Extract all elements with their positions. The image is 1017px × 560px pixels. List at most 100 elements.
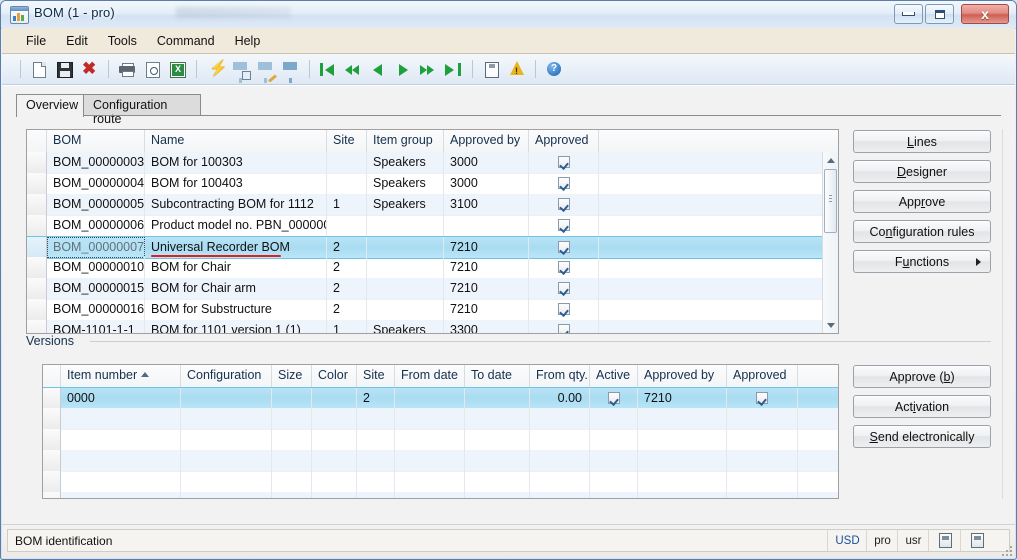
table-cell-name[interactable]: BOM for 1101 version 1 (1) bbox=[145, 320, 327, 333]
menu-item-help[interactable]: Help bbox=[225, 31, 271, 51]
save-icon[interactable] bbox=[52, 58, 76, 81]
table-cell-approved-by[interactable] bbox=[638, 492, 727, 498]
table-cell-size[interactable] bbox=[272, 492, 312, 498]
table-cell--filler[interactable] bbox=[599, 173, 824, 194]
row-selector[interactable] bbox=[43, 450, 61, 471]
tab-overview[interactable]: Overview bbox=[16, 94, 84, 117]
row-selector[interactable] bbox=[43, 429, 61, 450]
table-cell-name[interactable]: Product model no. PBN_00000002 bbox=[145, 215, 327, 236]
table-cell-size[interactable] bbox=[272, 429, 312, 450]
table-cell-item-number[interactable] bbox=[61, 492, 181, 498]
table-cell-site[interactable] bbox=[357, 471, 395, 492]
table-cell-size[interactable] bbox=[272, 450, 312, 471]
table-cell-item-group[interactable] bbox=[367, 257, 444, 278]
new-icon[interactable] bbox=[27, 58, 51, 81]
table-cell-site[interactable]: 2 bbox=[357, 388, 395, 409]
table-cell-approved[interactable] bbox=[727, 471, 798, 492]
table-cell-approved-by[interactable] bbox=[444, 215, 529, 236]
table-cell-bom[interactable]: BOM_00000006 bbox=[47, 215, 145, 236]
approved-checkbox[interactable] bbox=[756, 392, 768, 404]
table-cell-item-number[interactable] bbox=[61, 408, 181, 429]
table-cell-approved[interactable] bbox=[727, 450, 798, 471]
table-cell-from-date[interactable] bbox=[395, 492, 465, 498]
column-header-color[interactable]: Color bbox=[312, 365, 357, 387]
table-cell-approved[interactable] bbox=[727, 408, 798, 429]
table-cell-to-date[interactable] bbox=[465, 450, 530, 471]
table-cell-item-number[interactable] bbox=[61, 429, 181, 450]
column-header-bom[interactable]: BOM bbox=[47, 130, 145, 152]
row-selector[interactable] bbox=[43, 388, 61, 409]
table-cell-site[interactable] bbox=[357, 408, 395, 429]
table-cell-color[interactable] bbox=[312, 388, 357, 409]
server-icon[interactable] bbox=[928, 530, 961, 551]
column-header-to-date[interactable]: To date bbox=[465, 365, 530, 387]
table-cell-approved-by[interactable]: 3300 bbox=[444, 320, 529, 333]
column-header-item-number[interactable]: Item number bbox=[61, 365, 181, 387]
table-cell-item-group[interactable] bbox=[367, 237, 444, 258]
table-cell-approved-by[interactable]: 7210 bbox=[444, 299, 529, 320]
table-cell-color[interactable] bbox=[312, 450, 357, 471]
table-cell-name[interactable]: BOM for 100403 bbox=[145, 173, 327, 194]
menu-item-command[interactable]: Command bbox=[147, 31, 225, 51]
approve-button[interactable]: Approve bbox=[853, 190, 991, 213]
table-row[interactable]: BOM_00000004 BOM for 100403 Speakers 3000 bbox=[27, 173, 838, 195]
table-cell-approved[interactable] bbox=[529, 237, 599, 258]
table-cell-from-date[interactable] bbox=[395, 388, 465, 409]
table-cell-approved[interactable] bbox=[529, 257, 599, 278]
help-icon[interactable]: ? bbox=[542, 58, 566, 81]
table-cell--filler[interactable] bbox=[798, 429, 838, 450]
table-row[interactable]: BOM-1101-1-1 BOM for 1101 version 1 (1) 1 S… bbox=[27, 320, 838, 333]
table-cell-approved[interactable] bbox=[727, 388, 798, 409]
table-cell-approved[interactable] bbox=[727, 429, 798, 450]
approved-checkbox[interactable] bbox=[557, 303, 570, 315]
table-cell-from-qty[interactable] bbox=[530, 429, 590, 450]
table-row[interactable]: BOM_00000015 BOM for Chair arm 2 7210 bbox=[27, 278, 838, 300]
active-checkbox[interactable] bbox=[607, 392, 620, 404]
table-cell-name[interactable]: BOM for Chair bbox=[145, 257, 327, 278]
lines-button[interactable]: Lines bbox=[853, 130, 991, 153]
table-cell-approved-by[interactable] bbox=[638, 450, 727, 471]
delete-icon[interactable]: ✖ bbox=[77, 58, 101, 81]
previous-record-icon[interactable] bbox=[366, 58, 390, 81]
table-cell-from-date[interactable] bbox=[395, 429, 465, 450]
table-cell-size[interactable] bbox=[272, 388, 312, 409]
table-cell-active[interactable] bbox=[590, 408, 638, 429]
table-cell--filler[interactable] bbox=[599, 152, 824, 173]
table-cell-approved-by[interactable]: 7210 bbox=[638, 388, 727, 409]
next-record-icon[interactable] bbox=[391, 58, 415, 81]
table-cell-from-qty[interactable] bbox=[530, 492, 590, 498]
table-cell-name[interactable]: Subcontracting BOM for 1112 bbox=[145, 194, 327, 215]
table-cell-approved-by[interactable]: 3100 bbox=[444, 194, 529, 215]
column-header-approved-by[interactable]: Approved by bbox=[444, 130, 529, 152]
column-header-site[interactable]: Site bbox=[357, 365, 395, 387]
tab-configuration-route[interactable]: Configuration route bbox=[83, 94, 201, 126]
approved-checkbox[interactable] bbox=[557, 156, 570, 168]
print-preview-icon[interactable] bbox=[140, 58, 164, 81]
close-button[interactable]: x bbox=[961, 4, 1009, 24]
table-row[interactable] bbox=[43, 492, 838, 498]
table-cell-item-group[interactable]: Speakers bbox=[367, 320, 444, 333]
table-row[interactable]: BOM_00000010 BOM for Chair 2 7210 bbox=[27, 257, 838, 279]
table-cell-from-qty[interactable] bbox=[530, 471, 590, 492]
table-cell-color[interactable] bbox=[312, 429, 357, 450]
table-cell--filler[interactable] bbox=[798, 388, 838, 409]
table-cell-approved[interactable] bbox=[529, 299, 599, 320]
table-cell--filler[interactable] bbox=[599, 215, 824, 236]
table-cell-bom[interactable]: BOM_00000004 bbox=[47, 173, 145, 194]
table-cell-bom[interactable]: BOM_00000005 bbox=[47, 194, 145, 215]
table-row[interactable]: BOM_00000007 Universal Recorder BOM 2 7210 bbox=[27, 236, 838, 259]
column-header-approved[interactable]: Approved bbox=[727, 365, 798, 387]
table-cell--filler[interactable] bbox=[599, 320, 824, 333]
table-cell-site[interactable] bbox=[357, 450, 395, 471]
table-cell-site[interactable]: 1 bbox=[327, 194, 367, 215]
table-cell-approved-by[interactable] bbox=[638, 429, 727, 450]
column-header-approved-by[interactable]: Approved by bbox=[638, 365, 727, 387]
row-selector[interactable] bbox=[43, 471, 61, 492]
table-cell-configuration[interactable] bbox=[181, 388, 272, 409]
table-row[interactable] bbox=[43, 408, 838, 430]
column-header-active[interactable]: Active bbox=[590, 365, 638, 387]
table-cell-active[interactable] bbox=[590, 429, 638, 450]
table-cell-approved-by[interactable]: 3000 bbox=[444, 152, 529, 173]
table-cell-from-date[interactable] bbox=[395, 408, 465, 429]
table-cell-configuration[interactable] bbox=[181, 429, 272, 450]
